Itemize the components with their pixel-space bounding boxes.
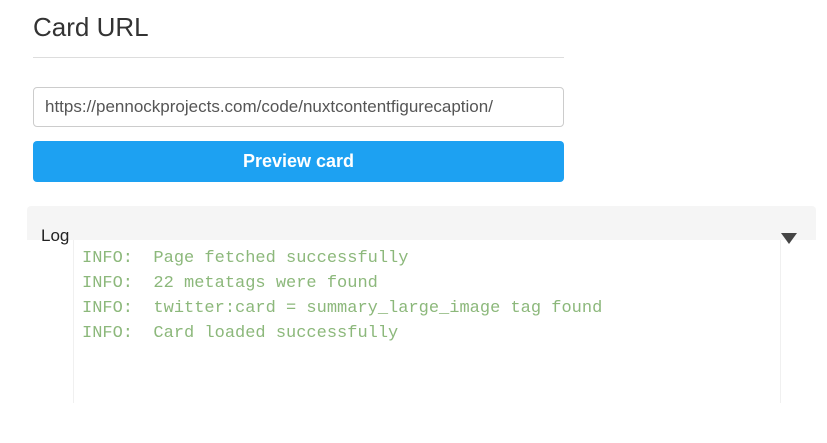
- card-validator-page: Card URL Preview card Log INFO: Page fet…: [0, 0, 827, 443]
- log-line: INFO: Card loaded successfully: [82, 324, 399, 343]
- log-line: INFO: 22 metatags were found: [82, 274, 378, 293]
- log-line: INFO: Page fetched successfully: [82, 249, 409, 268]
- preview-card-button[interactable]: Preview card: [33, 141, 564, 182]
- triangle-down-icon[interactable]: [781, 233, 797, 244]
- log-output: INFO: Page fetched successfully INFO: 22…: [73, 240, 781, 403]
- card-url-input[interactable]: [33, 87, 564, 127]
- log-line: INFO: twitter:card = summary_large_image…: [82, 299, 603, 318]
- log-panel-header[interactable]: Log: [27, 206, 816, 245]
- title-divider: [33, 57, 564, 58]
- log-label: Log: [41, 226, 70, 245]
- page-title: Card URL: [33, 12, 149, 42]
